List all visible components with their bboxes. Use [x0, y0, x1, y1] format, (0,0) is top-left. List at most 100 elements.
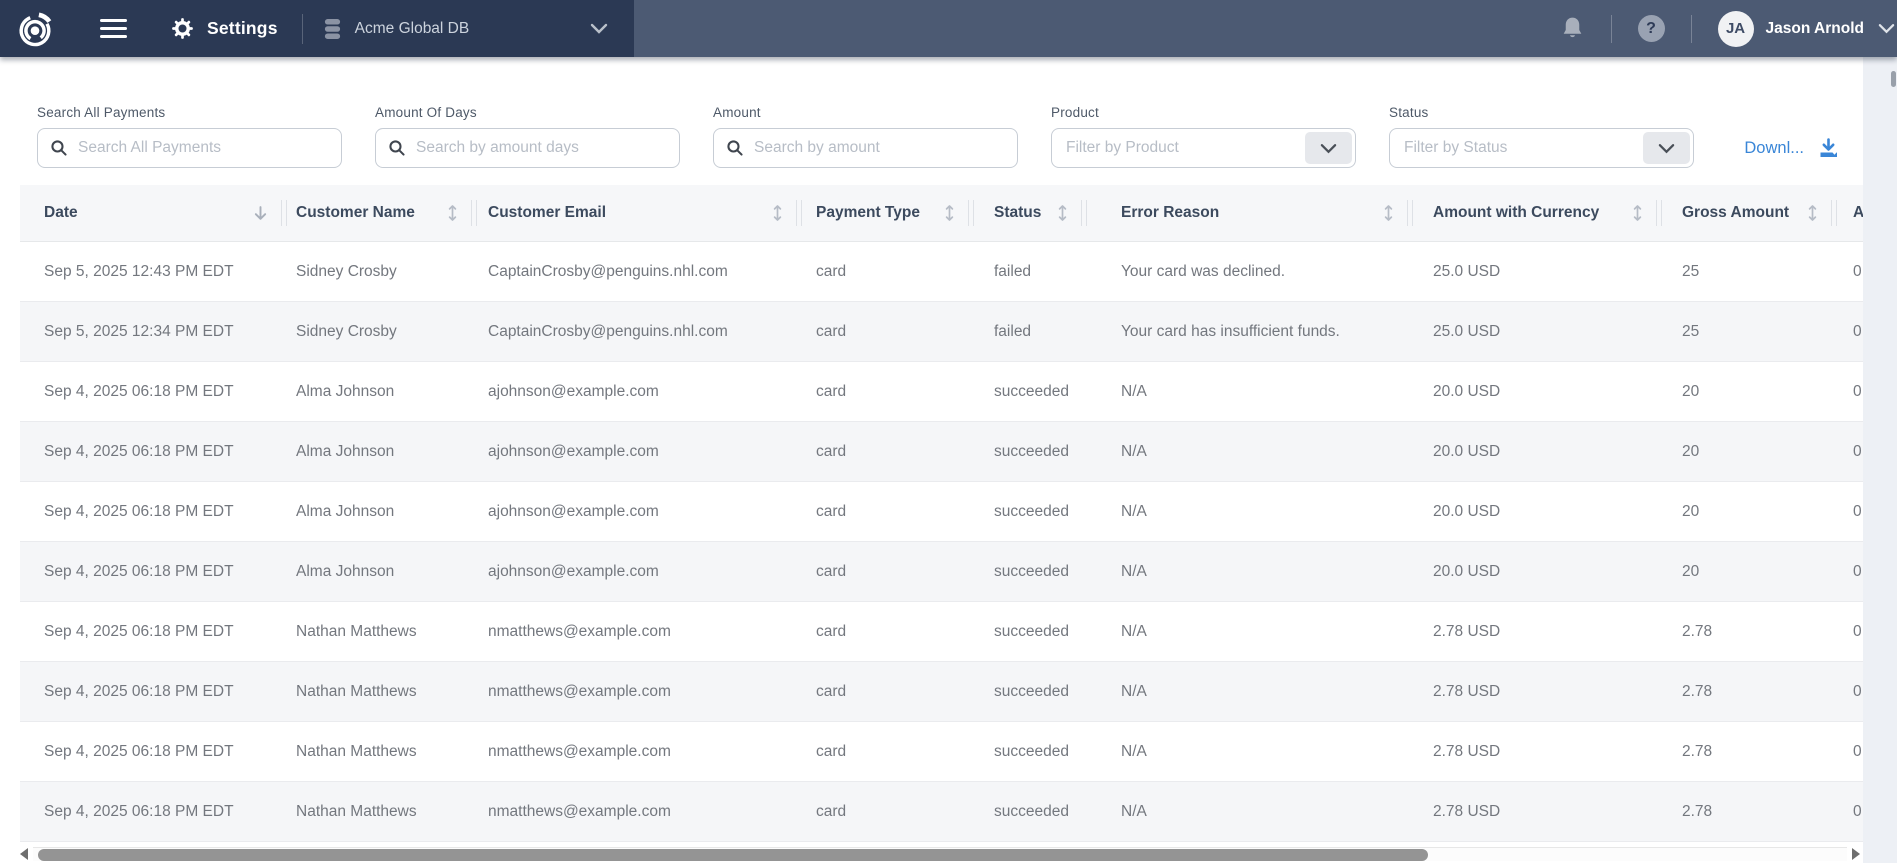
search-field — [37, 128, 342, 168]
cell-amount-with-currency: 25.0 USD — [1407, 242, 1656, 301]
help-icon[interactable]: ? — [1638, 15, 1665, 42]
table-row[interactable]: Sep 5, 2025 12:34 PM EDTSidney CrosbyCap… — [20, 302, 1863, 362]
database-icon — [323, 17, 342, 41]
cell-ap: 0 — [1831, 242, 1863, 301]
filter-amount-of-days: Amount Of Days — [375, 105, 680, 168]
table-row[interactable]: Sep 4, 2025 06:18 PM EDTNathan Matthewsn… — [20, 782, 1863, 842]
cell-amount-with-currency: 20.0 USD — [1407, 422, 1656, 481]
cell-customer-email: CaptainCrosby@penguins.nhl.com — [471, 302, 796, 361]
filter-search-all-payments: Search All Payments — [37, 105, 342, 168]
cell-status: succeeded — [968, 662, 1081, 721]
select-placeholder: Filter by Status — [1404, 139, 1507, 157]
cell-amount-with-currency: 2.78 USD — [1407, 602, 1656, 661]
avatar: JA — [1718, 11, 1754, 47]
table-row[interactable]: Sep 5, 2025 12:43 PM EDTSidney CrosbyCap… — [20, 242, 1863, 302]
cell-ap: 0 — [1831, 422, 1863, 481]
cell-customer-name: Alma Johnson — [281, 362, 471, 421]
sort-toggle-icon[interactable] — [944, 204, 955, 222]
column-label: Customer Name — [296, 204, 415, 222]
select-dropdown[interactable]: Filter by Product — [1051, 128, 1356, 168]
top-navbar: Settings Acme Global DB ? — [0, 0, 1897, 57]
cell-date: Sep 4, 2025 06:18 PM EDT — [20, 782, 281, 841]
cell-payment-type: card — [796, 242, 968, 301]
logo-center-dot — [31, 26, 40, 35]
cell-error-reason: N/A — [1081, 782, 1407, 841]
table-row[interactable]: Sep 4, 2025 06:18 PM EDTAlma Johnsonajoh… — [20, 482, 1863, 542]
filter-label: Product — [1051, 105, 1356, 120]
sort-toggle-icon[interactable] — [1383, 204, 1394, 222]
cell-ap: 0 — [1831, 602, 1863, 661]
column-label: Date — [44, 204, 78, 222]
cell-ap: 0 — [1831, 482, 1863, 541]
cell-gross-amount: 20 — [1656, 422, 1831, 481]
table-row[interactable]: Sep 4, 2025 06:18 PM EDTNathan Matthewsn… — [20, 602, 1863, 662]
search-field — [375, 128, 680, 168]
nav-settings[interactable]: Settings — [171, 17, 278, 40]
notifications-bell-icon[interactable] — [1560, 15, 1585, 42]
cell-date: Sep 4, 2025 06:18 PM EDT — [20, 602, 281, 661]
cell-customer-name: Alma Johnson — [281, 482, 471, 541]
sort-descending-icon[interactable] — [253, 205, 268, 222]
scroll-right-arrow-icon[interactable] — [1852, 848, 1860, 860]
table-row[interactable]: Sep 4, 2025 06:18 PM EDTNathan Matthewsn… — [20, 722, 1863, 782]
scrollbar-track[interactable] — [33, 847, 1847, 861]
cell-error-reason: N/A — [1081, 602, 1407, 661]
cell-date: Sep 5, 2025 12:43 PM EDT — [20, 242, 281, 301]
column-header-customer-email[interactable]: Customer Email — [471, 185, 796, 241]
scrollbar-thumb[interactable] — [38, 849, 1428, 861]
column-header-error-reason[interactable]: Error Reason — [1081, 185, 1407, 241]
table-row[interactable]: Sep 4, 2025 06:18 PM EDTAlma Johnsonajoh… — [20, 542, 1863, 602]
user-menu[interactable]: JA Jason Arnold — [1718, 11, 1897, 47]
search-input[interactable] — [416, 139, 667, 157]
table-row[interactable]: Sep 4, 2025 06:18 PM EDTNathan Matthewsn… — [20, 662, 1863, 722]
column-header-gross-amount[interactable]: Gross Amount — [1656, 185, 1831, 241]
cell-customer-email: nmatthews@example.com — [471, 722, 796, 781]
table-row[interactable]: Sep 4, 2025 06:18 PM EDTAlma Johnsonajoh… — [20, 362, 1863, 422]
sort-toggle-icon[interactable] — [1632, 204, 1643, 222]
cell-error-reason: Your card was declined. — [1081, 242, 1407, 301]
search-input[interactable] — [754, 139, 1005, 157]
column-header-status[interactable]: Status — [968, 185, 1081, 241]
right-edge-strip — [1863, 57, 1897, 863]
cell-ap: 0 — [1831, 662, 1863, 721]
chevron-down-icon[interactable] — [1305, 132, 1352, 164]
column-header-date[interactable]: Date — [20, 185, 281, 241]
column-header-amount-with-currency[interactable]: Amount with Currency — [1407, 185, 1656, 241]
cell-amount-with-currency: 2.78 USD — [1407, 782, 1656, 841]
column-label: Error Reason — [1121, 204, 1219, 222]
cell-status: failed — [968, 242, 1081, 301]
cell-payment-type: card — [796, 362, 968, 421]
vertical-scrollbar-thumb[interactable] — [1891, 71, 1896, 87]
column-header-payment-type[interactable]: Payment Type — [796, 185, 968, 241]
sort-toggle-icon[interactable] — [1807, 204, 1818, 222]
column-header-ap[interactable]: Ap — [1831, 185, 1863, 241]
cell-gross-amount: 20 — [1656, 482, 1831, 541]
cell-customer-name: Sidney Crosby — [281, 302, 471, 361]
horizontal-scrollbar[interactable] — [20, 847, 1860, 861]
cell-gross-amount: 25 — [1656, 302, 1831, 361]
column-label: Amount with Currency — [1433, 204, 1599, 222]
sort-toggle-icon[interactable] — [447, 204, 458, 222]
hamburger-menu-icon[interactable] — [100, 19, 127, 39]
sort-toggle-icon[interactable] — [772, 204, 783, 222]
table-row[interactable]: Sep 4, 2025 06:18 PM EDTAlma Johnsonajoh… — [20, 422, 1863, 482]
app-logo-icon[interactable] — [16, 9, 54, 49]
column-label: Payment Type — [816, 204, 920, 222]
filter-label: Status — [1389, 105, 1694, 120]
chevron-down-icon[interactable] — [1643, 132, 1690, 164]
cell-payment-type: card — [796, 302, 968, 361]
cell-payment-type: card — [796, 722, 968, 781]
scroll-left-arrow-icon[interactable] — [20, 848, 28, 860]
cell-customer-name: Nathan Matthews — [281, 602, 471, 661]
search-field — [713, 128, 1018, 168]
database-selector[interactable]: Acme Global DB — [323, 17, 634, 41]
search-input[interactable] — [78, 139, 329, 157]
download-link[interactable]: Downl... — [1744, 137, 1840, 159]
cell-payment-type: card — [796, 422, 968, 481]
select-dropdown[interactable]: Filter by Status — [1389, 128, 1694, 168]
cell-gross-amount: 2.78 — [1656, 782, 1831, 841]
sort-toggle-icon[interactable] — [1057, 204, 1068, 222]
cell-ap: 0 — [1831, 542, 1863, 601]
column-header-customer-name[interactable]: Customer Name — [281, 185, 471, 241]
cell-amount-with-currency: 25.0 USD — [1407, 302, 1656, 361]
